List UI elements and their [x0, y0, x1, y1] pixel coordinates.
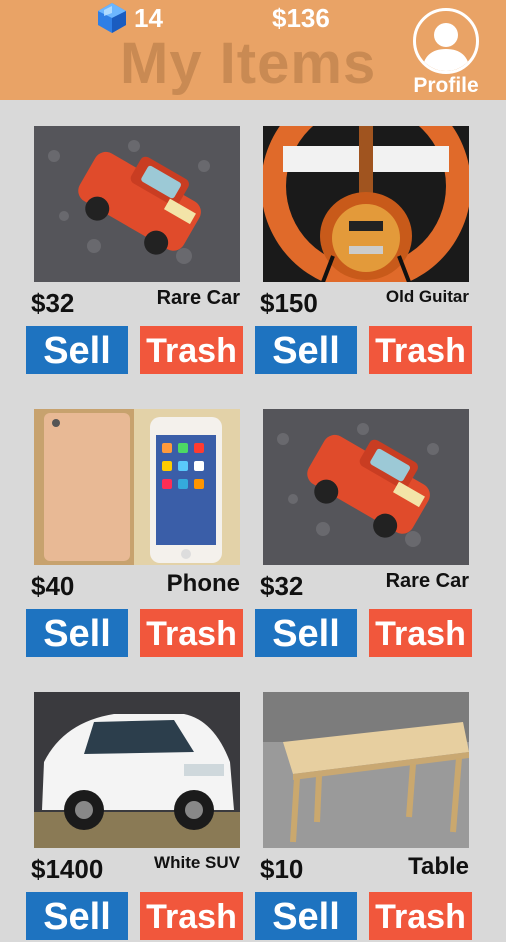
item-photo: [263, 409, 469, 565]
item-name: Rare Car: [385, 570, 469, 592]
item-card: $10 Table Sell Trash: [255, 692, 472, 942]
user-avatar-icon: [413, 8, 479, 74]
item-price: $32: [31, 288, 75, 318]
profile-label: Profile: [413, 74, 479, 97]
item-photo: [34, 126, 240, 282]
sell-button[interactable]: Sell: [255, 609, 357, 657]
item-price: $32: [260, 571, 304, 601]
item-price: $40: [31, 571, 75, 601]
sell-button[interactable]: Sell: [255, 326, 357, 374]
item-card: $32 Rare Car Sell Trash: [255, 409, 472, 659]
sell-button[interactable]: Sell: [26, 326, 128, 374]
top-bar: 14 $136 My Items Profile: [0, 0, 506, 100]
item-name: Old Guitar: [385, 287, 469, 306]
item-name: Table: [408, 853, 469, 880]
sell-button[interactable]: Sell: [26, 892, 128, 940]
item-card: $150 Old Guitar Sell Trash: [255, 126, 472, 376]
item-name: Rare Car: [156, 287, 240, 309]
item-price: $1400: [31, 854, 104, 884]
trash-button[interactable]: Trash: [140, 609, 243, 657]
item-card: $40 Phone Sell Trash: [26, 409, 243, 659]
item-price: $10: [260, 854, 304, 884]
item-name: Phone: [166, 570, 240, 597]
sell-button[interactable]: Sell: [255, 892, 357, 940]
item-photo: [34, 692, 240, 848]
trash-button[interactable]: Trash: [140, 326, 243, 374]
trash-button[interactable]: Trash: [140, 892, 243, 940]
sell-button[interactable]: Sell: [26, 609, 128, 657]
item-name: White SUV: [154, 853, 240, 872]
profile-button[interactable]: Profile: [408, 8, 498, 98]
item-card: $1400 White SUV Sell Trash: [26, 692, 243, 942]
page-title: My Items: [120, 31, 377, 96]
trash-button[interactable]: Trash: [369, 326, 472, 374]
item-photo: [263, 126, 469, 282]
item-price: $150: [260, 288, 318, 318]
item-photo: [34, 409, 240, 565]
item-photo: [263, 692, 469, 848]
trash-button[interactable]: Trash: [369, 892, 472, 940]
trash-button[interactable]: Trash: [369, 609, 472, 657]
item-card: $32 Rare Car Sell Trash: [26, 126, 243, 376]
